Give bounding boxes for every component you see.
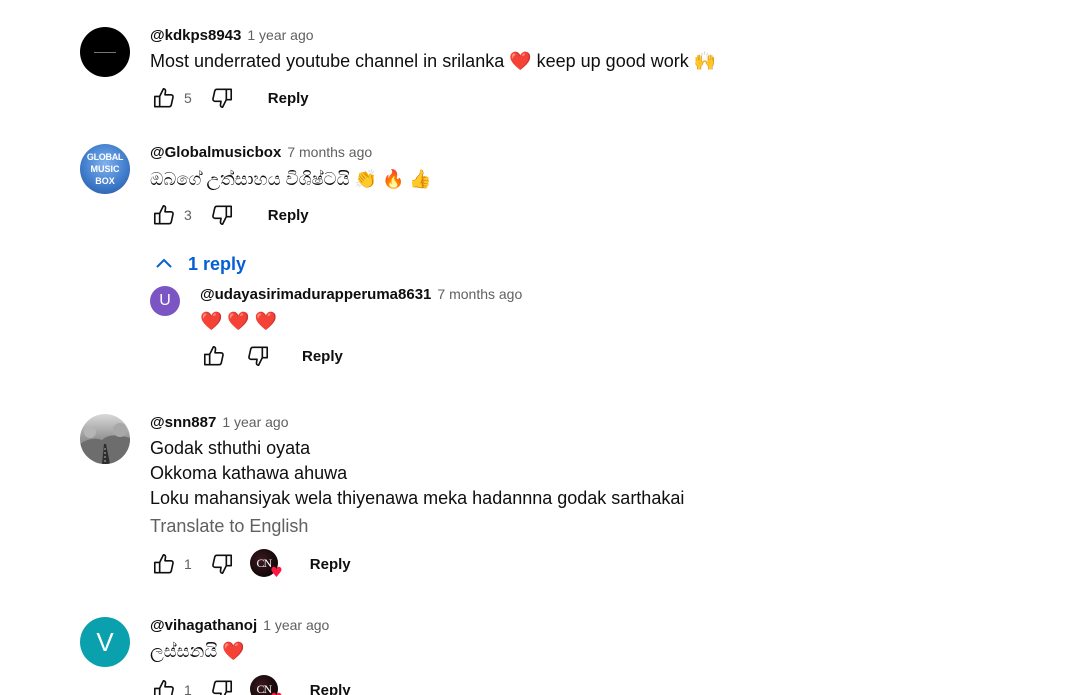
avatar-text: GLOBAL bbox=[86, 152, 124, 162]
comment-body: @vihagathanoj 1 year ago ලස්සනයි ❤️ 1 CN… bbox=[150, 617, 351, 695]
like-count: 3 bbox=[184, 207, 192, 223]
like-count: 1 bbox=[184, 682, 192, 695]
comment-text: Godak sthuthi oyata Okkoma kathawa ahuwa… bbox=[150, 436, 684, 511]
comment-line: Okkoma kathawa ahuwa bbox=[150, 463, 348, 483]
comment-header: @Globalmusicbox 7 months ago bbox=[150, 144, 432, 161]
reply-button[interactable]: Reply bbox=[268, 207, 309, 224]
like-icon[interactable] bbox=[150, 676, 178, 695]
reply-actions: Reply bbox=[200, 338, 522, 374]
comment-actions: 3 Reply bbox=[150, 197, 432, 233]
comment-time[interactable]: 1 year ago bbox=[222, 414, 288, 430]
dislike-icon[interactable] bbox=[208, 676, 236, 695]
heart-icon: ♥ bbox=[270, 691, 283, 695]
avatar[interactable] bbox=[80, 414, 130, 464]
chevron-up-icon bbox=[156, 258, 172, 268]
comment-body: @Globalmusicbox 7 months ago ඔබගේ උත්සාහ… bbox=[150, 144, 432, 233]
comment-line: Loku mahansiyak wela thiyenawa meka hada… bbox=[150, 488, 685, 508]
reply-author[interactable]: @udayasirimadurapperuma8631 bbox=[200, 286, 431, 303]
comment-text: ඔබගේ උත්සාහය විශිෂ්ටයි 👏 🔥 👍 bbox=[150, 169, 432, 189]
avatar-letter: U bbox=[159, 292, 171, 309]
like-icon[interactable] bbox=[200, 342, 228, 370]
reply-button[interactable]: Reply bbox=[310, 556, 351, 573]
comment-author[interactable]: @vihagathanoj bbox=[150, 617, 257, 634]
dislike-icon[interactable] bbox=[208, 550, 236, 578]
comment-author[interactable]: @snn887 bbox=[150, 414, 216, 431]
comment-header: @snn887 1 year ago bbox=[150, 414, 684, 431]
like-icon[interactable] bbox=[150, 550, 178, 578]
dislike-icon[interactable] bbox=[208, 201, 236, 229]
comment-text: Most underrated youtube channel in srila… bbox=[150, 51, 717, 71]
reply-text: ❤️ ❤️ ❤️ bbox=[200, 311, 278, 331]
comments-section: @kdkps8943 1 year ago Most underrated yo… bbox=[0, 0, 1079, 695]
dislike-icon[interactable] bbox=[208, 84, 236, 112]
replies-toggle-button[interactable]: 1 reply bbox=[152, 252, 246, 276]
avatar[interactable]: GLOBAL MUSIC BOX bbox=[80, 144, 130, 194]
comment-text: ලස්සනයි ❤️ bbox=[150, 641, 245, 661]
reply-button[interactable]: Reply bbox=[302, 348, 343, 365]
like-icon[interactable] bbox=[150, 201, 178, 229]
reply-button[interactable]: Reply bbox=[268, 90, 309, 107]
creator-heart-badge[interactable]: CN ♥ bbox=[249, 549, 283, 581]
reply-body: @udayasirimadurapperuma8631 7 months ago… bbox=[200, 286, 522, 374]
dislike-icon[interactable] bbox=[244, 342, 272, 370]
reply-button[interactable]: Reply bbox=[310, 682, 351, 695]
comment-time[interactable]: 7 months ago bbox=[287, 144, 372, 160]
comment-actions: 1 CN ♥ Reply bbox=[150, 546, 684, 582]
comment-line: Godak sthuthi oyata bbox=[150, 438, 311, 458]
comment-header: @vihagathanoj 1 year ago bbox=[150, 617, 351, 634]
avatar[interactable]: V bbox=[80, 617, 130, 667]
translate-button[interactable]: Translate to English bbox=[150, 516, 684, 537]
heart-icon: ♥ bbox=[270, 565, 283, 581]
comment-time[interactable]: 1 year ago bbox=[247, 27, 313, 43]
comment-author[interactable]: @kdkps8943 bbox=[150, 27, 241, 44]
reply-header: @udayasirimadurapperuma8631 7 months ago bbox=[200, 286, 522, 303]
comment-actions: 1 CN ♥ Reply bbox=[150, 672, 351, 695]
comment-time[interactable]: 1 year ago bbox=[263, 617, 329, 633]
road-image-icon bbox=[80, 423, 130, 464]
replies-count-label: 1 reply bbox=[188, 253, 247, 274]
comment-body: @kdkps8943 1 year ago Most underrated yo… bbox=[150, 27, 716, 116]
comment-actions: 5 Reply bbox=[150, 80, 716, 116]
creator-heart-badge[interactable]: CN ♥ bbox=[249, 675, 283, 695]
comment-author[interactable]: @Globalmusicbox bbox=[150, 144, 281, 161]
comment-header: @kdkps8943 1 year ago bbox=[150, 27, 716, 44]
avatar[interactable]: U bbox=[150, 286, 180, 316]
avatar[interactable] bbox=[80, 27, 130, 77]
comment-body: @snn887 1 year ago Godak sthuthi oyata O… bbox=[150, 414, 684, 582]
like-count: 1 bbox=[184, 556, 192, 572]
avatar-letter: V bbox=[96, 626, 114, 657]
avatar-text: MUSIC bbox=[90, 164, 120, 174]
like-icon[interactable] bbox=[150, 84, 178, 112]
like-count: 5 bbox=[184, 90, 192, 106]
avatar-text: BOX bbox=[95, 176, 115, 186]
reply-time[interactable]: 7 months ago bbox=[437, 286, 522, 302]
